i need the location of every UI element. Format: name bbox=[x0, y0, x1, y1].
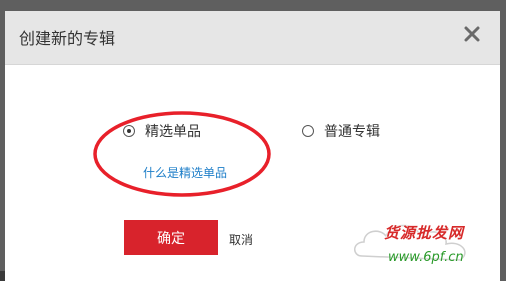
dialog-header: 创建新的专辑 bbox=[5, 11, 500, 65]
option-normal-album[interactable]: 普通专辑 bbox=[302, 121, 380, 141]
confirm-button[interactable]: 确定 bbox=[124, 220, 218, 255]
normal-album-label: 普通专辑 bbox=[324, 124, 380, 140]
featured-item-label: 精选单品 bbox=[145, 124, 201, 140]
cancel-button[interactable]: 取消 bbox=[229, 231, 253, 248]
option-featured-item[interactable]: 精选单品 bbox=[123, 121, 201, 141]
watermark-text-bottom: www.6pf.cn bbox=[388, 250, 464, 265]
album-type-options: 精选单品 普通专辑 bbox=[5, 121, 500, 151]
watermark-text-top: 货源批发网 bbox=[384, 224, 465, 242]
dialog-title: 创建新的专辑 bbox=[19, 29, 116, 48]
featured-item-radio[interactable] bbox=[123, 125, 135, 137]
close-icon[interactable] bbox=[462, 24, 482, 44]
normal-album-radio[interactable] bbox=[302, 125, 314, 137]
what-is-featured-link[interactable]: 什么是精选单品 bbox=[143, 164, 227, 181]
